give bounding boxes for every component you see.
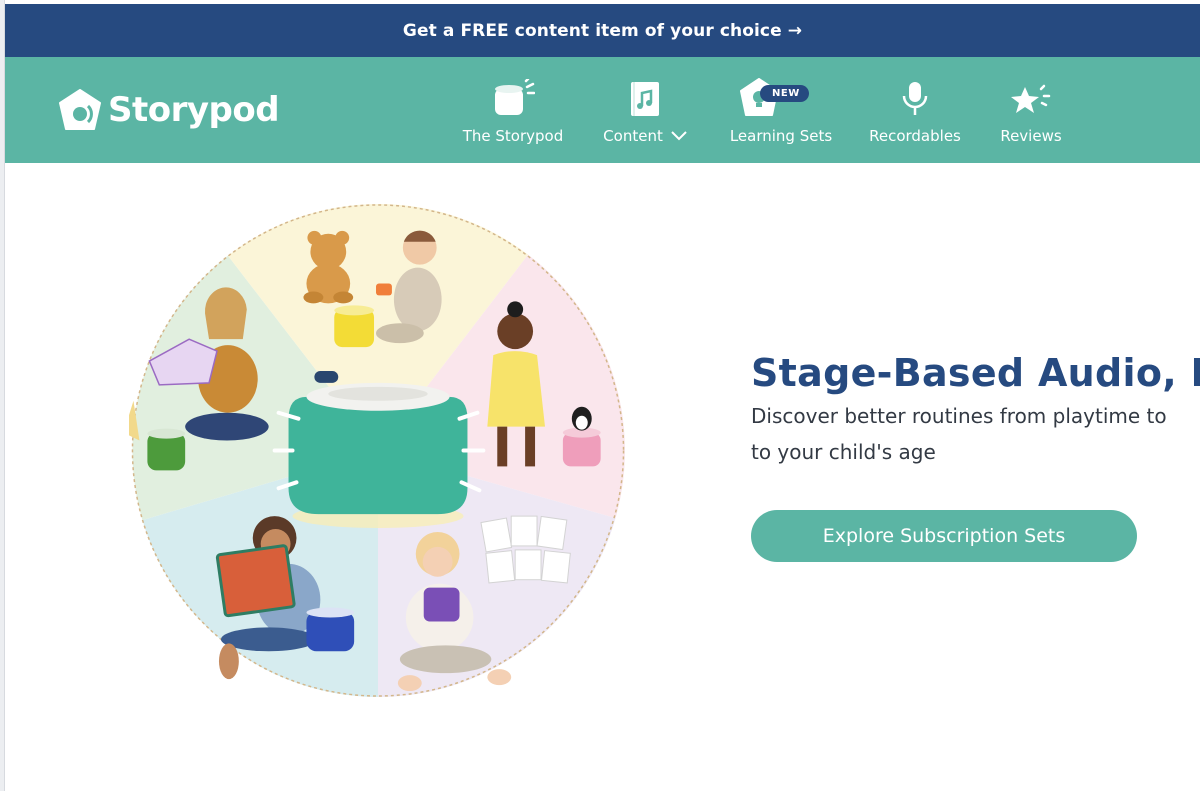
nav-label: Content [603,127,663,145]
nav-item-reviews[interactable]: Reviews [995,75,1067,145]
storypod-logo-icon [59,89,101,130]
promo-arrow-icon: → [787,20,803,41]
nav-label: The Storypod [462,127,564,145]
nav-item-the-storypod[interactable]: The Storypod [457,75,569,145]
page: Get a FREE content item of your choice →… [5,0,1200,791]
nav-item-learning-sets[interactable]: NEW Learning Sets [725,75,837,145]
hero-subtext: Discover better routines from playtime t… [751,398,1200,470]
green-storypod-image [147,428,186,471]
explore-subscription-sets-button[interactable]: Explore Subscription Sets [751,510,1137,562]
hero-heading: Stage-Based Audio, De [751,351,1200,396]
storypod-logo[interactable]: Storypod [57,87,280,133]
music-book-icon [631,82,659,116]
star-icon [1011,84,1051,113]
nav-label: Reviews [1000,127,1062,145]
blue-storypod-image [306,607,355,652]
new-badge: NEW [760,85,809,102]
yellow-storypod-image [334,305,375,348]
chevron-down-icon [671,131,687,141]
nav-label: Learning Sets [729,127,833,145]
hero-subtext-line-2: to your child's age [751,440,936,464]
promo-text: Get a FREE content item of your choice [402,20,782,41]
microphone-icon [902,82,928,115]
nav-item-recordables[interactable]: Recordables [865,75,965,145]
hero-age-stage-wheel [129,203,625,698]
storypod-speaker-icon [495,79,535,115]
logo-wordmark: Storypod [108,90,280,130]
promo-banner[interactable]: Get a FREE content item of your choice → [5,4,1200,57]
teal-storypod-speaker-image [288,370,468,529]
main-navigation: Storypod The Storypod Content NEW Learni… [5,57,1200,163]
hero-subtext-line-1: Discover better routines from playtime t… [751,404,1167,428]
nav-label: Recordables [869,127,961,145]
nav-item-content[interactable]: Content [597,75,693,145]
